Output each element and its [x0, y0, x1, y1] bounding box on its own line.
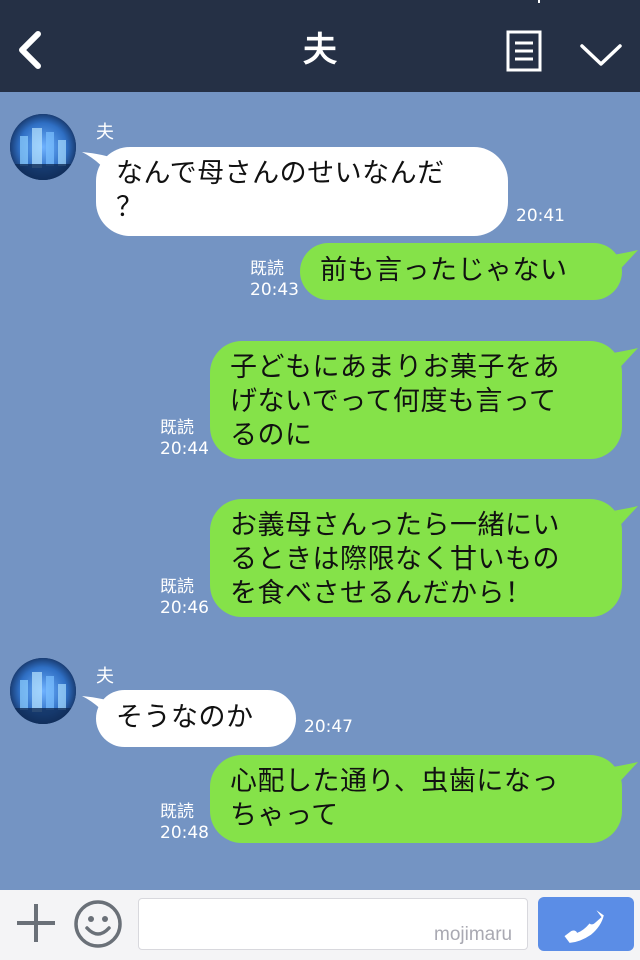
avatar-image-icon — [10, 658, 76, 724]
plus-icon — [17, 904, 55, 942]
message-time: 20:44 — [160, 439, 209, 459]
message-bubble-incoming[interactable]: なんで母さんのせいなんだ ？ — [96, 147, 508, 236]
avatar-image-icon — [10, 114, 76, 180]
message-time: 20:41 — [516, 206, 565, 226]
status-indicator — [538, 0, 540, 3]
back-arrow-icon — [19, 31, 41, 69]
message-bubble-outgoing[interactable]: 子どもにあまりお菓子をあ げないでって何度も言って るのに — [210, 341, 622, 459]
chat-header: 夫 — [0, 0, 640, 92]
read-receipt: 既読 — [250, 259, 284, 279]
message-time: 20:46 — [160, 598, 209, 618]
message-time: 20:48 — [160, 823, 209, 843]
message-bubble-outgoing[interactable]: お義母さんったら一緒にい るときは際限なく甘いもの を食べさせるんだから！ — [210, 499, 622, 617]
chat-title: 夫 — [303, 30, 337, 70]
message-bubble-outgoing[interactable]: 心配した通り、虫歯になっ ちゃって — [210, 755, 622, 843]
avatar[interactable] — [10, 658, 76, 724]
smiley-icon — [74, 900, 122, 948]
phone-icon — [564, 910, 604, 943]
menu-list-icon — [506, 30, 542, 72]
menu-button[interactable] — [506, 30, 542, 72]
read-receipt: 既読 — [160, 418, 194, 438]
sender-name: 夫 — [96, 122, 114, 143]
message-time: 20:43 — [250, 280, 299, 300]
back-button[interactable] — [12, 28, 48, 72]
emoji-button[interactable] — [72, 898, 124, 950]
message-bubble-outgoing[interactable]: 前も言ったじゃない — [300, 243, 622, 300]
read-receipt: 既読 — [160, 802, 194, 822]
sender-name: 夫 — [96, 666, 114, 687]
watermark: mojimaru — [434, 924, 513, 945]
read-receipt: 既読 — [160, 577, 194, 597]
message-time: 20:47 — [304, 717, 353, 737]
avatar[interactable] — [10, 114, 76, 180]
collapse-button[interactable] — [578, 38, 624, 70]
add-button[interactable] — [14, 900, 58, 946]
chevron-down-icon — [580, 44, 622, 66]
message-bubble-incoming[interactable]: そうなのか — [96, 690, 296, 747]
call-button[interactable] — [538, 897, 634, 951]
